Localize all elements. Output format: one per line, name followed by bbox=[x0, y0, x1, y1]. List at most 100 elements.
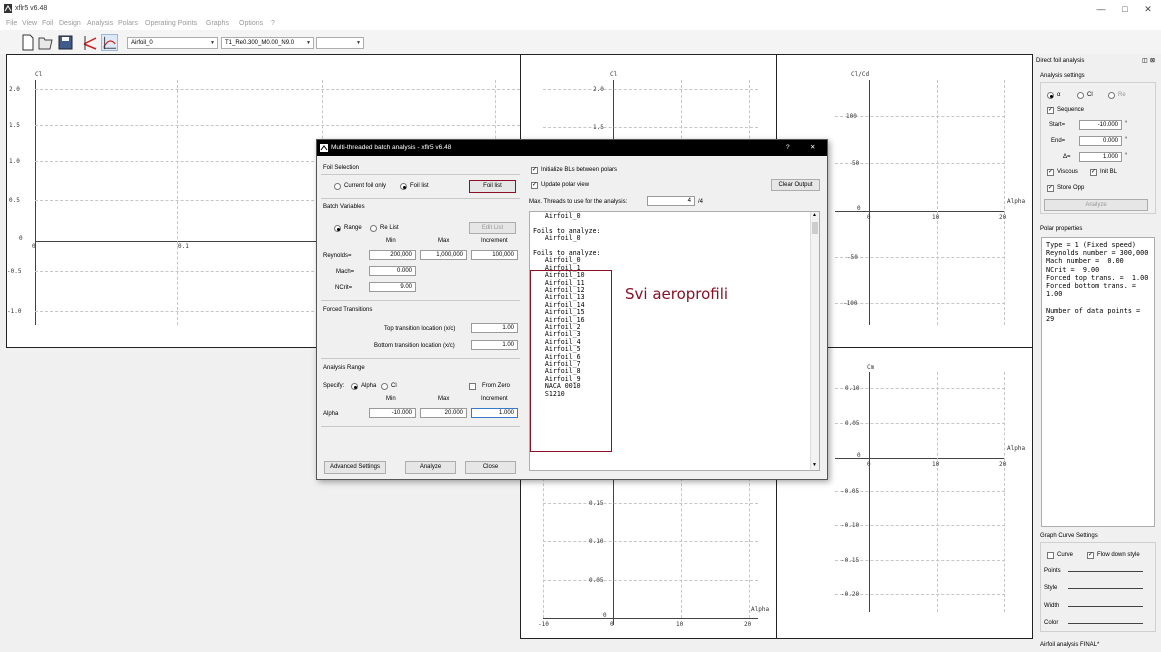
foil-list-radio[interactable] bbox=[400, 183, 407, 190]
init-bls-checkbox[interactable]: ✓ bbox=[531, 167, 538, 174]
alpha-range-radio[interactable] bbox=[351, 383, 358, 390]
mach-input[interactable]: 0.000 bbox=[369, 266, 416, 276]
sequence-checkbox[interactable]: ✓ bbox=[1047, 107, 1054, 114]
scroll-thumb[interactable] bbox=[812, 222, 818, 234]
scroll-up-icon[interactable]: ▲ bbox=[812, 212, 817, 218]
menu-graphs[interactable]: Graphs bbox=[206, 20, 229, 27]
reynolds-max-input[interactable]: 1,000,000 bbox=[420, 250, 467, 260]
opp-combo[interactable]: ▼ bbox=[316, 37, 364, 49]
dialog-title: Multi-threaded batch analysis - xflr5 v6… bbox=[331, 144, 452, 151]
top-transition-input[interactable]: 1.00 bbox=[471, 323, 518, 333]
current-foil-radio[interactable] bbox=[334, 183, 341, 190]
output-scrollbar[interactable]: ▲ ▼ bbox=[810, 212, 819, 470]
alpha-radio-label: α bbox=[1057, 92, 1061, 98]
y-tick-label: 0.10 bbox=[589, 538, 604, 545]
range-radio[interactable] bbox=[334, 225, 341, 232]
chevron-down-icon: ▼ bbox=[356, 40, 361, 46]
maximize-button[interactable]: □ bbox=[1118, 2, 1132, 16]
menu-view[interactable]: View bbox=[22, 20, 37, 27]
menu-help[interactable]: ? bbox=[271, 20, 275, 27]
store-opp-checkbox[interactable]: ✓ bbox=[1047, 185, 1054, 192]
polar-combo-value: T1_Re0.300_M0.00_N9.0 bbox=[225, 40, 295, 46]
new-project-icon[interactable] bbox=[19, 34, 36, 51]
line-style-line[interactable] bbox=[1068, 588, 1143, 589]
cl-radio[interactable] bbox=[1077, 92, 1084, 99]
viscous-checkbox[interactable]: ✓ bbox=[1047, 169, 1054, 176]
output-log[interactable]: ▲ ▼ Svi aeroprofili Airfoil_0 Foils to an… bbox=[529, 211, 820, 471]
alpha-label: Alpha bbox=[323, 411, 339, 417]
edit-list-button[interactable]: Edit List bbox=[469, 222, 516, 234]
scroll-down-icon[interactable]: ▼ bbox=[812, 462, 817, 468]
from-zero-label: From Zero bbox=[482, 383, 511, 389]
close-button[interactable]: Close bbox=[465, 461, 516, 474]
cl-range-radio[interactable] bbox=[381, 383, 388, 390]
gridline bbox=[835, 116, 1005, 117]
dialog-help-button[interactable]: ? bbox=[786, 140, 790, 156]
menu-polars[interactable]: Polars bbox=[118, 20, 138, 27]
menu-design[interactable]: Design bbox=[59, 20, 81, 27]
annotation-text: Svi aeroprofili bbox=[625, 285, 729, 303]
re-list-radio[interactable] bbox=[370, 225, 377, 232]
foil-combo[interactable]: Airfoil_0 ▼ bbox=[127, 37, 218, 49]
menu-options[interactable]: Options bbox=[239, 20, 263, 27]
dialog-close-button[interactable]: ✕ bbox=[810, 140, 815, 156]
advanced-settings-button[interactable]: Advanced Settings bbox=[324, 461, 386, 474]
start-input[interactable]: -10.000 bbox=[1079, 120, 1122, 130]
menu-operating-points[interactable]: Operating Points bbox=[145, 20, 197, 27]
gridline bbox=[835, 388, 1005, 389]
delta-input[interactable]: 1.000 bbox=[1079, 152, 1122, 162]
update-polar-view-checkbox[interactable]: ✓ bbox=[531, 182, 538, 189]
dock-close-icon[interactable]: ⊠ bbox=[1150, 57, 1155, 64]
range-label: Range bbox=[344, 225, 362, 231]
end-input[interactable]: 0.000 bbox=[1079, 136, 1122, 146]
minimize-button[interactable]: — bbox=[1094, 2, 1108, 16]
from-zero-checkbox[interactable] bbox=[469, 383, 476, 390]
dock-float-icon[interactable]: ◫ bbox=[1142, 57, 1148, 64]
cl-radio-label: Cl bbox=[1087, 92, 1093, 98]
line-width-line[interactable] bbox=[1068, 606, 1143, 607]
y-tick-label: -0.20 bbox=[841, 591, 860, 598]
ncrit-input[interactable]: 9.00 bbox=[369, 282, 416, 292]
bottom-transition-input[interactable]: 1.00 bbox=[471, 340, 518, 350]
re-radio-label: Re bbox=[1118, 92, 1126, 98]
reynolds-increment-input[interactable]: 100,000 bbox=[471, 250, 518, 260]
alpha-min-input[interactable]: -10.000 bbox=[369, 408, 416, 418]
chevron-down-icon: ▼ bbox=[306, 40, 311, 46]
reynolds-min-input[interactable]: 200,000 bbox=[369, 250, 416, 260]
foil-design-icon[interactable] bbox=[82, 34, 99, 51]
re-radio[interactable] bbox=[1108, 92, 1115, 99]
batch-variables-label: Batch Variables bbox=[323, 204, 365, 210]
foil-list-button[interactable]: Foil list bbox=[469, 180, 516, 193]
dock-analyze-button[interactable]: Analyze bbox=[1044, 199, 1148, 211]
gridline bbox=[1004, 80, 1005, 325]
init-bl-checkbox[interactable]: ✓ bbox=[1090, 169, 1097, 176]
save-icon[interactable] bbox=[57, 34, 74, 51]
line-color-line[interactable] bbox=[1068, 623, 1143, 624]
polar-properties-label: Polar properties bbox=[1040, 226, 1083, 232]
polar-combo[interactable]: T1_Re0.300_M0.00_N9.0 ▼ bbox=[221, 37, 314, 49]
max-threads-input[interactable]: 4 bbox=[647, 196, 695, 206]
menu-analysis[interactable]: Analysis bbox=[87, 20, 113, 27]
x-tick-label: 0 bbox=[867, 461, 871, 468]
gridline bbox=[835, 491, 1005, 492]
flow-down-style-checkbox[interactable]: ✓ bbox=[1087, 552, 1094, 559]
open-folder-icon[interactable] bbox=[37, 34, 54, 51]
divider bbox=[321, 358, 520, 359]
alpha-max-input[interactable]: 20.000 bbox=[420, 408, 467, 418]
close-window-button[interactable]: ✕ bbox=[1141, 2, 1155, 16]
current-foil-label: Current foil only bbox=[344, 183, 387, 189]
clear-output-button[interactable]: Clear Output bbox=[771, 179, 820, 191]
mach-label: Mach= bbox=[336, 269, 355, 275]
menu-foil[interactable]: Foil bbox=[42, 20, 53, 27]
alpha-increment-input[interactable]: 1.000 bbox=[471, 408, 518, 418]
dock-title: Direct foil analysis bbox=[1036, 58, 1085, 64]
window-title: xflr5 v6.48 bbox=[15, 5, 48, 12]
output-line: Airfoil_0 bbox=[533, 212, 581, 220]
alpha-radio[interactable] bbox=[1047, 92, 1054, 99]
curve-checkbox[interactable] bbox=[1047, 552, 1054, 559]
analyze-button[interactable]: Analyze bbox=[405, 461, 456, 474]
menu-file[interactable]: File bbox=[6, 20, 17, 27]
xflr5-app-icon bbox=[4, 4, 12, 13]
direct-analysis-icon[interactable] bbox=[101, 34, 118, 51]
points-style-line[interactable] bbox=[1068, 571, 1143, 572]
